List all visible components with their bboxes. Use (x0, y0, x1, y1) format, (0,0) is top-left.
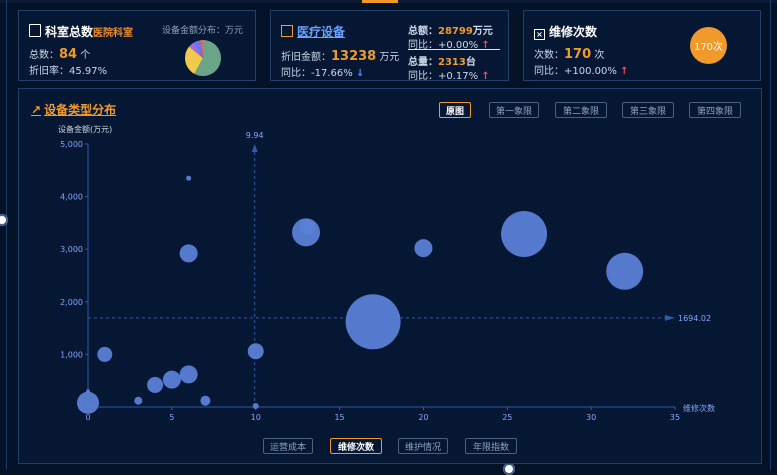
depr-amount-row: 折旧金额：13238 万元 (281, 48, 399, 64)
trend-icon: ↗ (31, 103, 42, 117)
tab-maintenance[interactable]: 维护情况 (398, 438, 448, 454)
tab-quadrant-2[interactable]: 第二象限 (555, 102, 607, 118)
repairs-yoy: 同比：+100.00% (534, 66, 617, 77)
dept-total-title-row: 科室总数医院科室 (29, 23, 133, 40)
arrow-down-icon: ↓ (355, 68, 365, 79)
tab-repair-count[interactable]: 维修次数 (330, 438, 382, 454)
repairs-card: × 维修次数 次数：170 次 同比：+100.00% ↑ 170次 (523, 10, 761, 81)
depr-yoy-row: 同比：-17.66% ↓ (281, 64, 364, 79)
medkit-icon (281, 25, 293, 37)
tab-quadrant-4[interactable]: 第四象限 (689, 102, 741, 118)
tab-quadrant-3[interactable]: 第三象限 (622, 102, 674, 118)
tab-quadrant-1[interactable]: 第一象限 (489, 102, 539, 118)
equipment-type-title: 设备类型分布 (44, 103, 117, 117)
left-frame (0, 0, 7, 470)
top-accent-bar (362, 0, 398, 3)
medical-equipment-title: 医疗设备 (297, 25, 346, 39)
dept-total-label: 总数： (29, 50, 59, 61)
depr-amount-unit: 万元 (379, 52, 400, 63)
equipment-type-panel: ↗ 设备类型分布 原图 第一象限 第二象限 第三象限 第四象限 (18, 88, 762, 464)
equipment-type-title-row[interactable]: ↗ 设备类型分布 (31, 101, 116, 118)
tab-age-index[interactable]: 年限指数 (465, 438, 517, 454)
dept-total-title: 科室总数 (45, 25, 94, 39)
arrow-up-icon: ↑ (481, 71, 490, 82)
dept-total-subtitle: 医院科室 (93, 28, 134, 39)
dept-total-card: 科室总数医院科室 总数：84 个 折旧率：45.97% 设备金额分布：万元 (18, 10, 256, 81)
depr-yoy: 同比：-17.66% (281, 68, 353, 79)
y-axis-title: 设备金额(万元) (58, 125, 113, 134)
arrow-up-icon: ↑ (620, 66, 629, 77)
tab-original[interactable]: 原图 (439, 102, 471, 118)
dept-depr-rate: 折旧率：45.97% (29, 66, 108, 77)
bottom-resize-handle[interactable] (503, 463, 515, 475)
total-qty-yoy-row: 同比：+0.17% ↑ (408, 67, 490, 82)
medical-equipment-card: 医疗设备 折旧金额：13238 万元 同比：-17.66% ↓ 总额：28799… (270, 10, 509, 82)
dept-total-count-row: 总数：84 个 (29, 46, 90, 62)
total-qty-yoy: 同比：+0.17% (408, 71, 479, 82)
total-qty-row: 总量：2313台 (408, 53, 476, 68)
right-frame (770, 0, 777, 470)
repairs-count-unit: 次 (594, 50, 605, 61)
repairs-count-label: 次数： (534, 50, 564, 61)
dept-total-unit: 个 (80, 50, 91, 61)
dept-total-value: 84 (59, 47, 78, 62)
repairs-count-value: 170 (564, 47, 592, 62)
medical-equipment-title-row[interactable]: 医疗设备 (281, 23, 345, 40)
building-icon (29, 24, 41, 37)
depr-amount-label: 折旧金额： (281, 52, 331, 63)
repairs-title-row: × 维修次数 (534, 23, 597, 40)
tab-operating-cost[interactable]: 运营成本 (263, 438, 313, 454)
divider (408, 49, 500, 50)
repairs-count-row: 次数：170 次 (534, 46, 604, 62)
repairs-badge: 170次 (690, 27, 727, 64)
x-axis-title: 维修次数 (683, 404, 715, 413)
close-box-icon: × (534, 29, 545, 40)
repairs-title: 维修次数 (549, 25, 598, 39)
dept-dist-label: 设备金额分布：万元 (162, 26, 244, 36)
depr-amount-value: 13238 (331, 49, 377, 64)
equipment-amount-pie (185, 40, 221, 76)
repairs-yoy-row: 同比：+100.00% ↑ (534, 62, 628, 77)
total-amount-row: 总额：28799万元 (408, 22, 493, 37)
